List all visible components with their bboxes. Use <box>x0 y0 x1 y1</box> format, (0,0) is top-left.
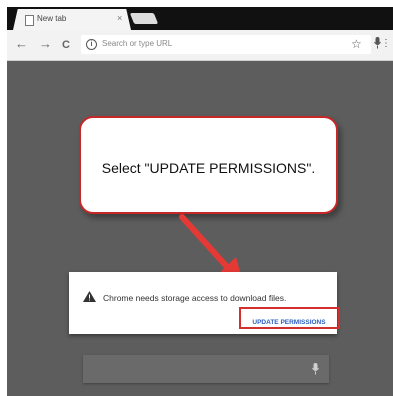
microphone-icon[interactable] <box>312 363 319 375</box>
pointer-arrow-icon <box>179 214 243 283</box>
button-highlight-box <box>239 307 340 329</box>
browser-window: New tab × ← → C i Search or type URL ☆ ⋮… <box>7 7 393 396</box>
search-box[interactable] <box>83 355 329 383</box>
warning-icon <box>83 291 96 302</box>
dialog-message: Chrome needs storage access to download … <box>103 293 287 303</box>
